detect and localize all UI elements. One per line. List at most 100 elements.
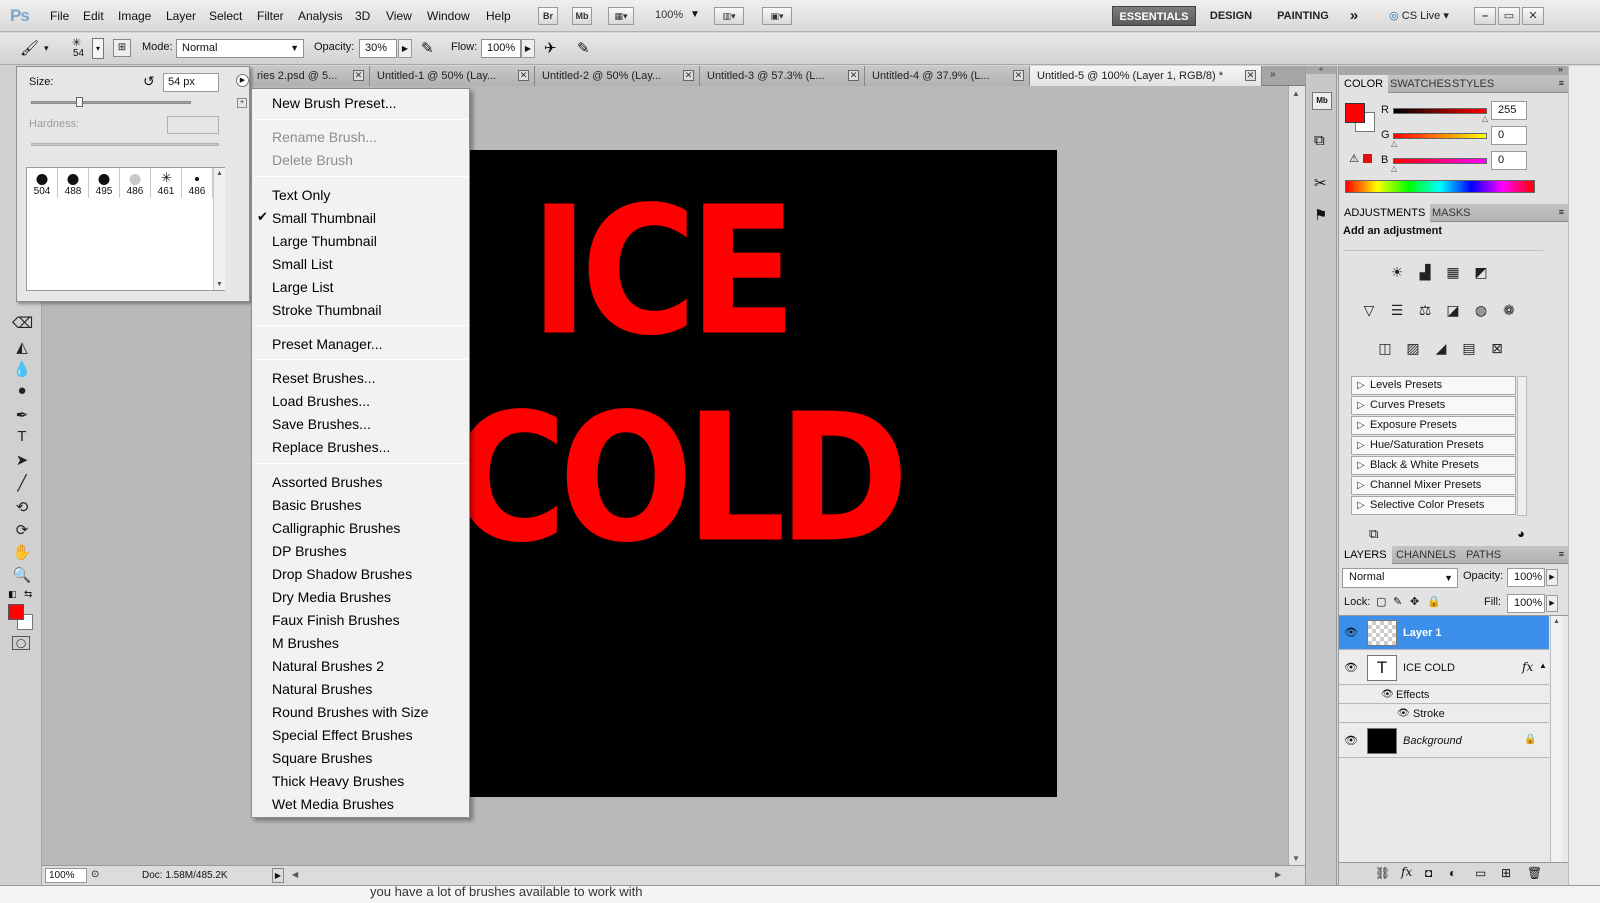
maximize-icon[interactable]: ▭ bbox=[1498, 7, 1520, 25]
scroll-down-icon[interactable]: ▼ bbox=[1292, 854, 1300, 863]
menu-text-only[interactable]: Text Only bbox=[272, 184, 330, 206]
foreground-color-swatch[interactable] bbox=[8, 604, 24, 620]
tab-close-icon[interactable]: ✕ bbox=[1245, 70, 1256, 81]
tab-close-icon[interactable]: ✕ bbox=[518, 70, 529, 81]
scroll-up-icon[interactable]: ▲ bbox=[1292, 89, 1300, 98]
hand-tool-icon[interactable]: ✋ bbox=[12, 543, 32, 561]
menu-small-thumbnail[interactable]: Small Thumbnail bbox=[272, 207, 376, 229]
tab-close-icon[interactable]: ✕ bbox=[848, 70, 859, 81]
gamut-warning-icon[interactable]: ⚠ bbox=[1349, 152, 1359, 165]
screen-mode-icon[interactable]: ▣▾ bbox=[762, 7, 792, 25]
scroll-right-icon[interactable]: ▶ bbox=[1275, 870, 1281, 879]
menu-drop-shadow-brushes[interactable]: Drop Shadow Brushes bbox=[272, 563, 412, 585]
menu-window[interactable]: Window bbox=[427, 9, 470, 23]
menu-select[interactable]: Select bbox=[209, 9, 242, 23]
g-slider-handle[interactable]: △ bbox=[1391, 139, 1397, 148]
tab-document[interactable]: Untitled-1 @ 50% (Lay... ✕ bbox=[370, 66, 535, 86]
zoom-field[interactable]: 100% bbox=[45, 868, 87, 883]
b-input[interactable]: 0 bbox=[1491, 151, 1527, 170]
tool-preset-dropdown-icon[interactable]: ▾ bbox=[44, 43, 49, 54]
menu-image[interactable]: Image bbox=[118, 9, 151, 23]
workspace-painting[interactable]: PAINTING bbox=[1270, 6, 1336, 26]
close-icon[interactable]: ✕ bbox=[1522, 7, 1544, 25]
preset-selective-color[interactable]: ▷ Selective Color Presets bbox=[1351, 496, 1516, 515]
menu-natural-brushes[interactable]: Natural Brushes bbox=[272, 678, 372, 700]
panel-menu-icon[interactable]: ≡ bbox=[1559, 549, 1564, 559]
mini-bridge-panel-icon[interactable]: Mb bbox=[1312, 92, 1332, 110]
add-mask-icon[interactable]: ◘ bbox=[1425, 866, 1432, 880]
workspace-design[interactable]: DESIGN bbox=[1203, 6, 1259, 26]
tab-close-icon[interactable]: ✕ bbox=[1013, 70, 1024, 81]
3d-orbit-tool-icon[interactable]: ⟳ bbox=[12, 521, 32, 539]
flow-input[interactable]: 100% bbox=[481, 39, 521, 58]
paint-bucket-tool-icon[interactable]: ◭ bbox=[12, 338, 32, 356]
mini-bridge-button[interactable]: Mb bbox=[572, 7, 592, 25]
blur-tool-icon[interactable]: 💧 bbox=[12, 360, 32, 378]
black-white-icon[interactable]: ◪ bbox=[1443, 300, 1463, 320]
brush-tip[interactable]: 486 bbox=[182, 168, 213, 198]
more-workspaces-icon[interactable]: » bbox=[1343, 6, 1365, 26]
menu-thick-heavy-brushes[interactable]: Thick Heavy Brushes bbox=[272, 770, 404, 792]
tab-document[interactable]: Untitled-3 @ 57.3% (L... ✕ bbox=[700, 66, 865, 86]
clone-source-icon[interactable]: ⚑ bbox=[1314, 206, 1327, 224]
menu-basic-brushes[interactable]: Basic Brushes bbox=[272, 494, 361, 516]
lock-all-icon[interactable]: 🔒 bbox=[1427, 595, 1441, 608]
layer-row-layer-1[interactable]: 👁 Layer 1 bbox=[1339, 616, 1549, 650]
hue-saturation-icon[interactable]: ☰ bbox=[1387, 300, 1407, 320]
visibility-eye-icon[interactable]: 👁 bbox=[1344, 734, 1358, 747]
b-slider-handle[interactable]: △ bbox=[1391, 164, 1397, 173]
foreground-swatch[interactable] bbox=[1345, 103, 1365, 123]
visibility-eye-icon[interactable]: 👁 bbox=[1344, 626, 1358, 639]
type-tool-icon[interactable]: T bbox=[12, 428, 32, 445]
menu-wet-media-brushes[interactable]: Wet Media Brushes bbox=[272, 793, 394, 815]
menu-layer[interactable]: Layer bbox=[166, 9, 196, 23]
menu-stroke-thumbnail[interactable]: Stroke Thumbnail bbox=[272, 299, 381, 321]
tab-masks[interactable]: MASKS bbox=[1427, 204, 1476, 222]
image-canvas[interactable]: ICE COLD bbox=[455, 150, 1057, 797]
brush-tip[interactable]: 495 bbox=[89, 168, 120, 198]
layer-row-background[interactable]: 👁 Background 🔒 bbox=[1339, 724, 1549, 758]
opacity-input[interactable]: 30% bbox=[359, 39, 397, 58]
zoom-tool-icon[interactable]: 🔍 bbox=[12, 566, 32, 584]
tab-document[interactable]: Untitled-4 @ 37.9% (L... ✕ bbox=[865, 66, 1030, 86]
menu-edit[interactable]: Edit bbox=[83, 9, 104, 23]
brush-panel-toggle-icon[interactable]: ⊞ bbox=[113, 39, 131, 57]
exposure-icon[interactable]: ◩ bbox=[1471, 262, 1491, 282]
menu-load-brushes[interactable]: Load Brushes... bbox=[272, 390, 370, 412]
airbrush-icon[interactable]: ✈ bbox=[544, 39, 557, 57]
stroke-visibility-icon[interactable]: 👁 bbox=[1397, 708, 1410, 719]
zoom-level[interactable]: 100% bbox=[655, 9, 683, 21]
photo-filter-icon[interactable]: ◍ bbox=[1471, 300, 1491, 320]
preset-black-white[interactable]: ▷ Black & White Presets bbox=[1351, 456, 1516, 475]
menu-file[interactable]: File bbox=[50, 9, 69, 23]
status-info-icon[interactable]: ⊙ bbox=[91, 869, 99, 880]
picker-menu-icon[interactable]: ▶ bbox=[236, 74, 249, 87]
preset-levels[interactable]: ▷ Levels Presets bbox=[1351, 376, 1516, 395]
tab-paths[interactable]: PATHS bbox=[1461, 546, 1506, 564]
menu-m-brushes[interactable]: M Brushes bbox=[272, 632, 339, 654]
preset-exposure[interactable]: ▷ Exposure Presets bbox=[1351, 416, 1516, 435]
menu-special-effect-brushes[interactable]: Special Effect Brushes bbox=[272, 724, 413, 746]
vibrance-icon[interactable]: ▽ bbox=[1359, 300, 1379, 320]
tab-adjustments[interactable]: ADJUSTMENTS bbox=[1339, 204, 1431, 222]
new-group-icon[interactable]: ▭ bbox=[1475, 866, 1486, 880]
brush-tips-scrollbar[interactable]: ▲ ▼ bbox=[213, 168, 225, 290]
layer-opacity-slider-icon[interactable]: ▶ bbox=[1546, 569, 1558, 586]
menu-replace-brushes[interactable]: Replace Brushes... bbox=[272, 436, 390, 458]
tab-document[interactable]: Untitled-2 @ 50% (Lay... ✕ bbox=[535, 66, 700, 86]
lock-pixels-icon[interactable]: ✎ bbox=[1393, 595, 1402, 608]
adjustment-options-icon[interactable]: ⧉ bbox=[1369, 526, 1378, 542]
visibility-eye-icon[interactable]: 👁 bbox=[1344, 661, 1358, 674]
layer-row-ice-cold[interactable]: 👁 T ICE COLD fx ▲ bbox=[1339, 651, 1549, 685]
presets-scrollbar[interactable] bbox=[1517, 376, 1527, 516]
menu-view[interactable]: View bbox=[386, 9, 412, 23]
menu-preset-manager[interactable]: Preset Manager... bbox=[272, 333, 383, 355]
scroll-down-icon[interactable]: ▼ bbox=[216, 281, 223, 288]
minimize-icon[interactable]: – bbox=[1474, 7, 1496, 25]
menu-help[interactable]: Help bbox=[486, 9, 511, 23]
path-selection-tool-icon[interactable]: ➤ bbox=[12, 451, 32, 469]
pen-tool-icon[interactable]: ✒ bbox=[12, 406, 32, 424]
tab-document-active[interactable]: Untitled-5 @ 100% (Layer 1, RGB/8) * ✕ bbox=[1030, 66, 1262, 86]
levels-icon[interactable]: ▟ bbox=[1415, 262, 1435, 282]
preset-hue-saturation[interactable]: ▷ Hue/Saturation Presets bbox=[1351, 436, 1516, 455]
